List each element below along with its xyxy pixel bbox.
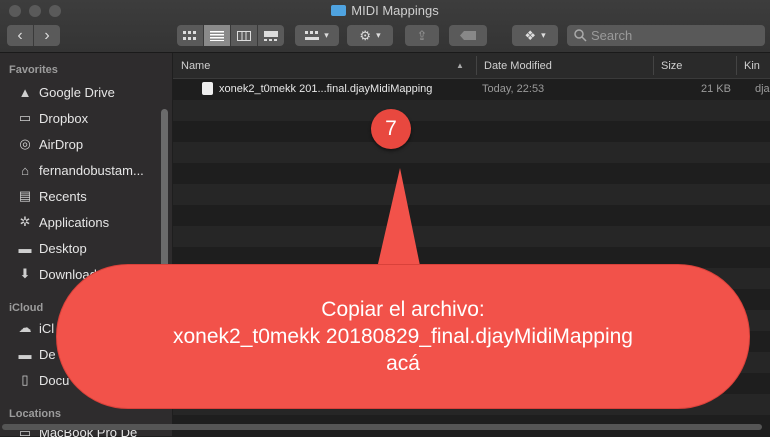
sidebar-item-label: Google Drive [39,84,115,100]
airdrop-icon: ◎ [19,136,31,151]
callout-line: acá [386,352,420,375]
column-header-row: Name ▲ Date Modified Size Kin [173,53,770,79]
sidebar-item-label: AirDrop [39,136,84,152]
sidebar-item-recents[interactable]: ▤ Recents [17,185,87,207]
sidebar-item-label: De [39,346,56,362]
callout-line: Copiar el archivo: [321,298,485,321]
back-button[interactable]: ‹ [7,25,34,46]
sidebar-item-label: Desktop [39,240,87,256]
empty-row [173,142,770,163]
sidebar-item-icloud-desktop[interactable]: ▬ De [17,343,56,365]
favorites-header: Favorites [9,64,58,76]
columns-icon [237,30,251,41]
callout-line: xonek2_t0mekk 20180829_final.djayMidiMap… [173,325,633,348]
chevron-down-icon: ▾ [324,30,329,40]
sidebar-item-label: Dropbox [39,110,89,126]
sidebar-item-label: Applications [39,214,110,230]
sidebar-item-label: fernandobustam... [39,162,144,178]
dropbox-icon: ▭ [18,110,32,125]
column-divider [736,56,737,75]
icon-view-button[interactable] [177,25,204,46]
grid-icon [183,30,196,40]
empty-row [173,226,770,247]
sidebar-item-google-drive[interactable]: ▲ Google Drive [17,81,115,103]
chevron-left-icon: ‹ [17,26,23,44]
empty-row [173,163,770,184]
chevron-down-icon: ▾ [376,30,381,40]
empty-row [173,184,770,205]
sidebar-item-icloud-drive[interactable]: ☁ iCl [17,317,55,339]
folder-icon [331,5,347,16]
group-grid-icon [305,30,320,40]
sidebar-item-home[interactable]: ⌂ fernandobustam... [17,159,144,181]
window-title-text: MIDI Mappings [351,3,439,18]
chevron-down-icon: ▾ [541,30,546,40]
sidebar-item-label: iCl [39,320,55,336]
column-header-size[interactable]: Size [661,60,682,72]
step-number-badge: 7 [371,109,411,149]
gallery-icon [264,30,278,41]
google-drive-icon: ▲ [18,84,32,100]
desktop-icon: ▬ [18,240,32,256]
tags-button[interactable] [449,25,487,46]
icloud-header: iCloud [9,302,44,314]
column-header-kind[interactable]: Kin [744,60,760,72]
column-header-name[interactable]: Name [181,60,210,72]
group-by-button[interactable]: ▾ [295,25,339,46]
documents-icon: ▯ [21,372,29,387]
icloud-icon: ☁ [18,320,32,335]
view-mode-group [177,25,284,46]
file-name: xonek2_t0mekk 201...final.djayMidiMappin… [219,83,433,95]
locations-header: Locations [9,408,61,420]
column-divider [476,56,477,75]
chevron-right-icon: › [44,26,50,44]
applications-icon: ✲ [19,214,31,229]
window-titlebar: MIDI Mappings ‹ › ▾ ⚙ ▾ ⇪ ❖ ▾ Search [0,0,770,53]
table-row[interactable]: xonek2_t0mekk 201...final.djayMidiMappin… [173,79,770,100]
column-header-date[interactable]: Date Modified [484,60,552,72]
home-icon: ⌂ [21,162,29,178]
back-forward-group: ‹ › [7,25,60,46]
action-menu-button[interactable]: ⚙ ▾ [347,25,393,46]
horizontal-scrollbar[interactable] [2,424,762,430]
search-field[interactable]: Search [567,25,765,46]
file-date: Today, 22:53 [482,83,545,95]
djay-file-icon [202,82,213,95]
empty-row [173,100,770,121]
recents-icon: ▤ [18,188,32,203]
sidebar-item-applications[interactable]: ✲ Applications [17,211,110,233]
column-view-button[interactable] [231,25,258,46]
file-kind: dja [755,83,770,95]
tag-icon [460,31,476,40]
search-icon [574,29,587,42]
search-placeholder: Search [591,28,633,43]
file-size: 21 KB [701,83,731,95]
sidebar-item-desktop[interactable]: ▬ Desktop [17,237,87,259]
sidebar-item-icloud-documents[interactable]: ▯ Docu [17,369,69,391]
dropbox-menu-button[interactable]: ❖ ▾ [512,25,558,46]
sidebar-item-airdrop[interactable]: ◎ AirDrop [17,133,83,155]
desktop-icon: ▬ [18,346,32,362]
downloads-icon: ⬇ [19,266,31,281]
forward-button[interactable]: › [34,25,60,46]
share-button[interactable]: ⇪ [405,25,439,46]
empty-row [173,121,770,142]
sidebar-item-label: Recents [39,188,87,204]
window-title: MIDI Mappings [0,3,770,18]
instruction-callout: Copiar el archivo: xonek2_t0mekk 2018082… [56,264,750,409]
list-icon [210,30,224,41]
column-divider [653,56,654,75]
sidebar-item-dropbox[interactable]: ▭ Dropbox [17,107,88,129]
share-icon: ⇪ [416,27,428,43]
gear-icon: ⚙ [359,27,372,43]
dropbox-icon: ❖ [524,27,537,43]
gallery-view-button[interactable] [258,25,284,46]
list-view-button[interactable] [204,25,231,46]
sidebar-item-label: Docu [39,372,70,388]
empty-row [173,205,770,226]
sort-chevron-up-icon: ▲ [456,61,464,70]
